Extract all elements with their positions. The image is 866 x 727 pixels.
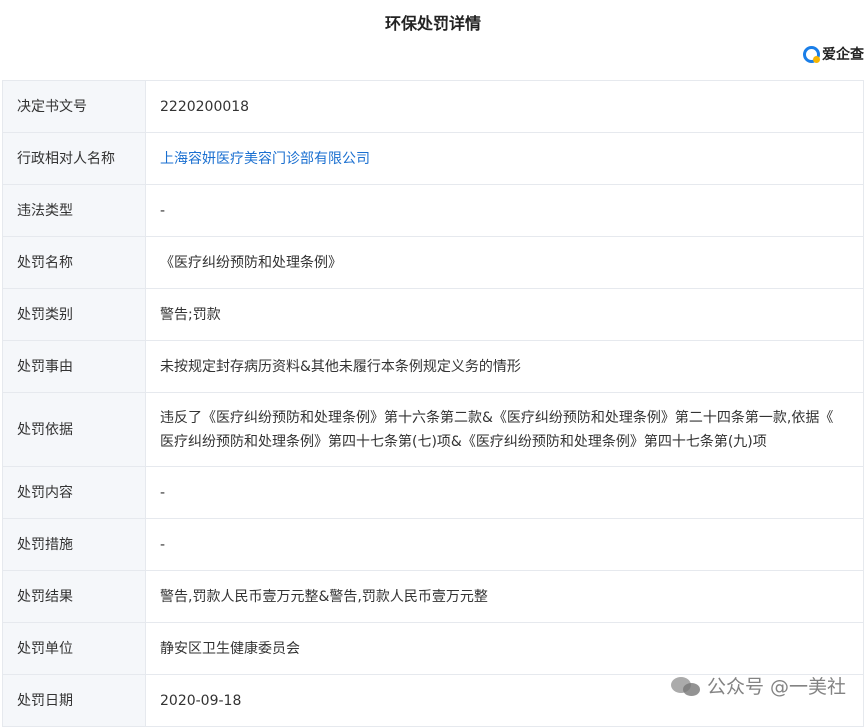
- field-label: 处罚措施: [2, 518, 146, 571]
- field-label: 处罚内容: [2, 466, 146, 519]
- company-name-link[interactable]: 上海容妍医疗美容门诊部有限公司: [145, 132, 864, 185]
- field-value: 2220200018: [145, 80, 864, 133]
- field-value-line: 违反了《医疗纠纷预防和处理条例》第十六条第二款&《医疗纠纷预防和处理条例》第二十…: [160, 409, 834, 426]
- wechat-icon: [670, 675, 701, 697]
- table-row: 处罚事由 未按规定封存病历资料&其他未履行本条例规定义务的情形: [2, 340, 864, 393]
- field-label: 决定书文号: [2, 80, 146, 133]
- field-value-line: 医疗纠纷预防和处理条例》第四十七条第(七)项&《医疗纠纷预防和处理条例》第四十七…: [160, 433, 767, 450]
- field-value: 静安区卫生健康委员会: [145, 622, 864, 675]
- field-value: 未按规定封存病历资料&其他未履行本条例规定义务的情形: [145, 340, 864, 393]
- field-label: 处罚事由: [2, 340, 146, 393]
- field-label: 处罚结果: [2, 570, 146, 623]
- field-label: 违法类型: [2, 184, 146, 237]
- field-label: 处罚名称: [2, 236, 146, 289]
- brand-logo[interactable]: 爱企查: [803, 44, 864, 64]
- table-row: 处罚措施 -: [2, 518, 864, 571]
- field-label: 处罚类别: [2, 288, 146, 341]
- field-value: 警告;罚款: [145, 288, 864, 341]
- field-value: 《医疗纠纷预防和处理条例》: [145, 236, 864, 289]
- table-row: 处罚内容 -: [2, 466, 864, 519]
- brand-logo-text: 爱企查: [822, 47, 864, 63]
- table-row: 处罚名称 《医疗纠纷预防和处理条例》: [2, 236, 864, 289]
- field-value: -: [145, 184, 864, 237]
- table-row: 处罚结果 警告,罚款人民币壹万元整&警告,罚款人民币壹万元整: [2, 570, 864, 623]
- field-label: 处罚日期: [2, 674, 146, 727]
- field-label: 处罚依据: [2, 392, 146, 467]
- watermark: 公众号 @一美社: [670, 672, 846, 699]
- field-value: 警告,罚款人民币壹万元整&警告,罚款人民币壹万元整: [145, 570, 864, 623]
- field-value: 违反了《医疗纠纷预防和处理条例》第十六条第二款&《医疗纠纷预防和处理条例》第二十…: [145, 392, 864, 467]
- table-row: 行政相对人名称 上海容妍医疗美容门诊部有限公司: [2, 132, 864, 185]
- field-label: 行政相对人名称: [2, 132, 146, 185]
- table-row: 决定书文号 2220200018: [2, 80, 864, 133]
- penalty-detail-table: 决定书文号 2220200018 行政相对人名称 上海容妍医疗美容门诊部有限公司…: [2, 80, 864, 727]
- magnifier-logo-icon: [803, 45, 820, 63]
- watermark-text: 公众号 @一美社: [706, 676, 846, 698]
- field-label: 处罚单位: [2, 622, 146, 675]
- page-title: 环保处罚详情: [384, 14, 481, 33]
- table-row: 处罚类别 警告;罚款: [2, 288, 864, 341]
- table-row: 违法类型 -: [2, 184, 864, 237]
- table-row: 处罚单位 静安区卫生健康委员会: [2, 622, 864, 675]
- field-value: -: [145, 518, 864, 571]
- field-value: -: [145, 466, 864, 519]
- table-row: 处罚依据 违反了《医疗纠纷预防和处理条例》第十六条第二款&《医疗纠纷预防和处理条…: [2, 392, 864, 467]
